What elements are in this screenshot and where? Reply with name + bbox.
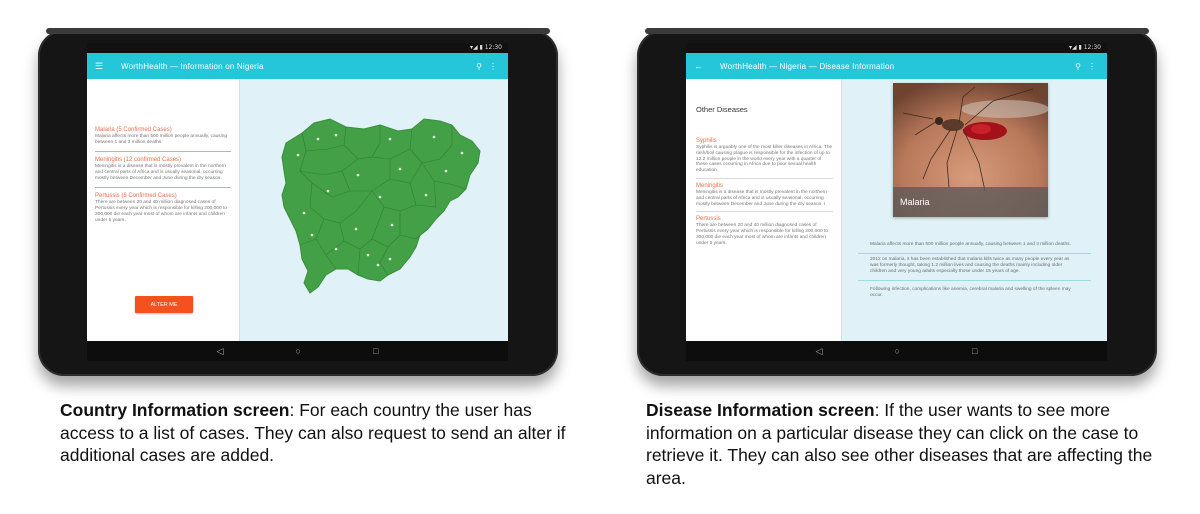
nav-recents-icon[interactable]: □ xyxy=(373,346,378,356)
tablet-disease-screen: ▾◢ ▮ 12:30 ← WorthHealth — Nigeria — Dis… xyxy=(637,28,1157,376)
country-screen-caption: Country Information screen: For each cou… xyxy=(60,399,570,467)
nav-home-icon[interactable]: ○ xyxy=(895,346,900,356)
disease-detail-panel: Malaria Malaria affects more than 500 mi… xyxy=(842,79,1107,341)
disease-information-screen: ▾◢ ▮ 12:30 ← WorthHealth — Nigeria — Dis… xyxy=(686,43,1107,361)
menu-icon[interactable]: ☰ xyxy=(95,61,109,72)
app-bar-title: WorthHealth — Information on Nigeria xyxy=(121,61,264,71)
app-bar: ← WorthHealth — Nigeria — Disease Inform… xyxy=(686,53,1107,79)
signal-icon: ▾◢ ▮ xyxy=(469,44,485,51)
more-vert-icon[interactable]: ⋮ xyxy=(486,62,500,71)
case-description: Malaria affects more than 500 million pe… xyxy=(95,134,228,145)
case-item[interactable]: Meningitis (12 confirmed Cases) Meningit… xyxy=(95,157,231,188)
info-paragraph: Following infection, complications like … xyxy=(870,287,1071,298)
cases-panel: Malaria (5 Confirmed Cases) Malaria affe… xyxy=(87,79,240,341)
nigeria-shape xyxy=(281,118,481,294)
signal-icon: ▾◢ ▮ xyxy=(1068,44,1084,51)
nigeria-map[interactable] xyxy=(240,79,507,341)
app-bar-title: WorthHealth — Nigeria — Disease Informat… xyxy=(720,61,895,71)
case-description: Meningitis is a disease that is mostly p… xyxy=(95,164,226,181)
content-area: Other Diseases Syphilis Syphilis is argu… xyxy=(686,79,1107,341)
disease-description: Meningitis is a disease that is mostly p… xyxy=(696,189,827,207)
other-diseases-heading: Other Diseases xyxy=(696,105,748,114)
disease-info-list: Malaria affects more than 500 million pe… xyxy=(858,239,1091,304)
status-time: 12:30 xyxy=(484,44,502,51)
caption-heading: Country Information screen xyxy=(60,400,290,420)
status-time: 12:30 xyxy=(1083,44,1101,51)
caption-heading: Disease Information screen xyxy=(646,400,875,420)
map-panel xyxy=(240,79,508,341)
nav-recents-icon[interactable]: □ xyxy=(972,346,977,356)
disease-description: There are between 20 and 40 million diag… xyxy=(696,223,828,246)
other-diseases-panel: Other Diseases Syphilis Syphilis is argu… xyxy=(686,79,842,341)
search-icon[interactable]: ⚲ xyxy=(1071,62,1085,71)
case-item[interactable]: Malaria (5 Confirmed Cases) Malaria affe… xyxy=(95,127,231,152)
disease-item[interactable]: Meningitis Meningitis is a disease that … xyxy=(696,182,833,213)
case-title: Meningitis (12 confirmed Cases) xyxy=(95,157,182,163)
system-nav-bar: ◁ ○ □ xyxy=(686,341,1107,361)
photo-caption: Malaria xyxy=(893,187,1048,217)
info-paragraph: 2012 on malaria, it has been established… xyxy=(858,254,1091,281)
status-bar: ▾◢ ▮ 12:30 xyxy=(87,43,508,53)
country-information-screen: ▾◢ ▮ 12:30 ☰ WorthHealth — Information o… xyxy=(87,43,508,361)
nav-back-icon[interactable]: ◁ xyxy=(816,346,823,356)
nav-back-icon[interactable]: ◁ xyxy=(217,346,224,356)
system-nav-bar: ◁ ○ □ xyxy=(87,341,508,361)
malaria-photo-card: Malaria xyxy=(893,83,1048,217)
disease-title: Pertussis xyxy=(696,216,721,223)
tablet-country-screen: ▾◢ ▮ 12:30 ☰ WorthHealth — Information o… xyxy=(38,28,558,376)
more-vert-icon[interactable]: ⋮ xyxy=(1085,62,1099,71)
case-title: Pertussis (8 Confirmed Cases) xyxy=(95,193,177,199)
case-title: Malaria (5 Confirmed Cases) xyxy=(95,127,172,133)
status-bar: ▾◢ ▮ 12:30 xyxy=(686,43,1107,53)
app-bar: ☰ WorthHealth — Information on Nigeria ⚲… xyxy=(87,53,508,79)
info-paragraph: Malaria affects more than 500 million pe… xyxy=(858,239,1091,254)
search-icon[interactable]: ⚲ xyxy=(472,62,486,71)
disease-description: Syphilis is arguably one of the most kil… xyxy=(696,145,833,174)
nav-home-icon[interactable]: ○ xyxy=(296,346,301,356)
disease-item[interactable]: Pertussis There are between 20 and 40 mi… xyxy=(696,216,833,250)
case-description: There are between 20 and 40 million diag… xyxy=(95,200,227,223)
disease-screen-caption: Disease Information screen: If the user … xyxy=(646,399,1166,489)
back-arrow-icon[interactable]: ← xyxy=(694,61,708,71)
content-area: Malaria (5 Confirmed Cases) Malaria affe… xyxy=(87,79,508,341)
alter-me-button[interactable]: ALTER ME xyxy=(135,296,193,313)
disease-title: Meningitis xyxy=(696,182,724,189)
disease-title: Syphilis xyxy=(696,138,717,144)
case-item[interactable]: Pertussis (8 Confirmed Cases) There are … xyxy=(95,193,231,229)
disease-item[interactable]: Syphilis Syphilis is arguably one of the… xyxy=(696,138,833,179)
